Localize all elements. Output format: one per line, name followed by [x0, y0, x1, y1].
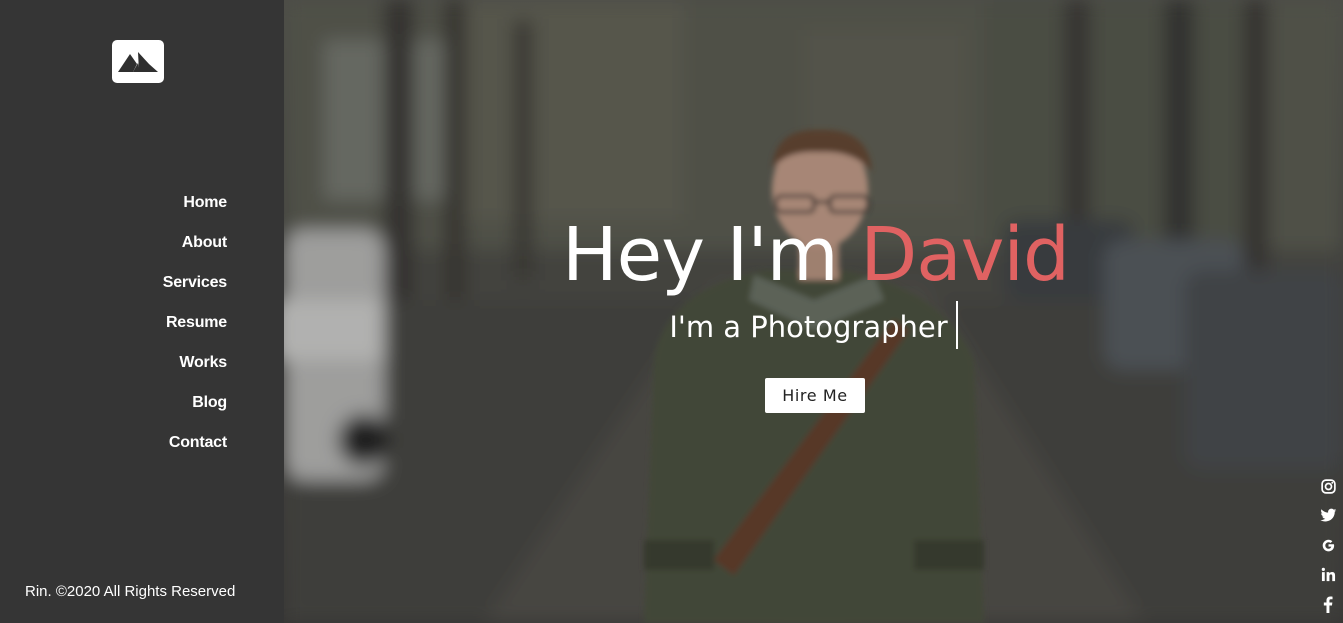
- social-link-google[interactable]: [1318, 535, 1338, 555]
- hero-greeting: Hey I'm: [562, 212, 861, 298]
- social-link-twitter[interactable]: [1318, 506, 1338, 526]
- instagram-icon: [1320, 478, 1336, 494]
- nav-item-about[interactable]: About: [163, 230, 227, 270]
- typing-cursor: [955, 301, 958, 349]
- nav-item-home[interactable]: Home: [163, 190, 227, 230]
- page: Home About Services Resume Works Blog Co…: [0, 0, 1343, 623]
- hero-subtitle: I'm a Photographer: [284, 301, 1343, 349]
- hero-name: David: [860, 212, 1070, 298]
- social-link-linkedin[interactable]: [1318, 565, 1338, 585]
- social-link-instagram[interactable]: [1318, 476, 1338, 496]
- logo[interactable]: [112, 40, 164, 83]
- nav-item-services[interactable]: Services: [163, 270, 227, 310]
- social-links: [1318, 476, 1338, 623]
- google-icon: [1322, 539, 1334, 551]
- hero-title: Hey I'm David: [284, 212, 1343, 298]
- linkedin-icon: [1321, 568, 1335, 582]
- hero-subtitle-text: I'm a Photographer: [669, 310, 948, 344]
- social-link-facebook[interactable]: [1318, 594, 1338, 614]
- nav-item-contact[interactable]: Contact: [163, 430, 227, 470]
- nav-item-resume[interactable]: Resume: [163, 310, 227, 350]
- sidebar: Home About Services Resume Works Blog Co…: [0, 0, 284, 623]
- copyright-text: Rin. ©2020 All Rights Reserved: [25, 583, 236, 600]
- mountain-logo-icon: [118, 51, 158, 72]
- twitter-icon: [1319, 508, 1336, 522]
- hero-section: Hey I'm David I'm a Photographer Hire Me: [284, 0, 1343, 623]
- hero-content: Hey I'm David I'm a Photographer Hire Me: [284, 0, 1343, 623]
- hire-me-button[interactable]: Hire Me: [765, 378, 865, 413]
- main-nav: Home About Services Resume Works Blog Co…: [163, 190, 227, 470]
- facebook-icon: [1323, 596, 1333, 613]
- nav-item-blog[interactable]: Blog: [163, 390, 227, 430]
- nav-item-works[interactable]: Works: [163, 350, 227, 390]
